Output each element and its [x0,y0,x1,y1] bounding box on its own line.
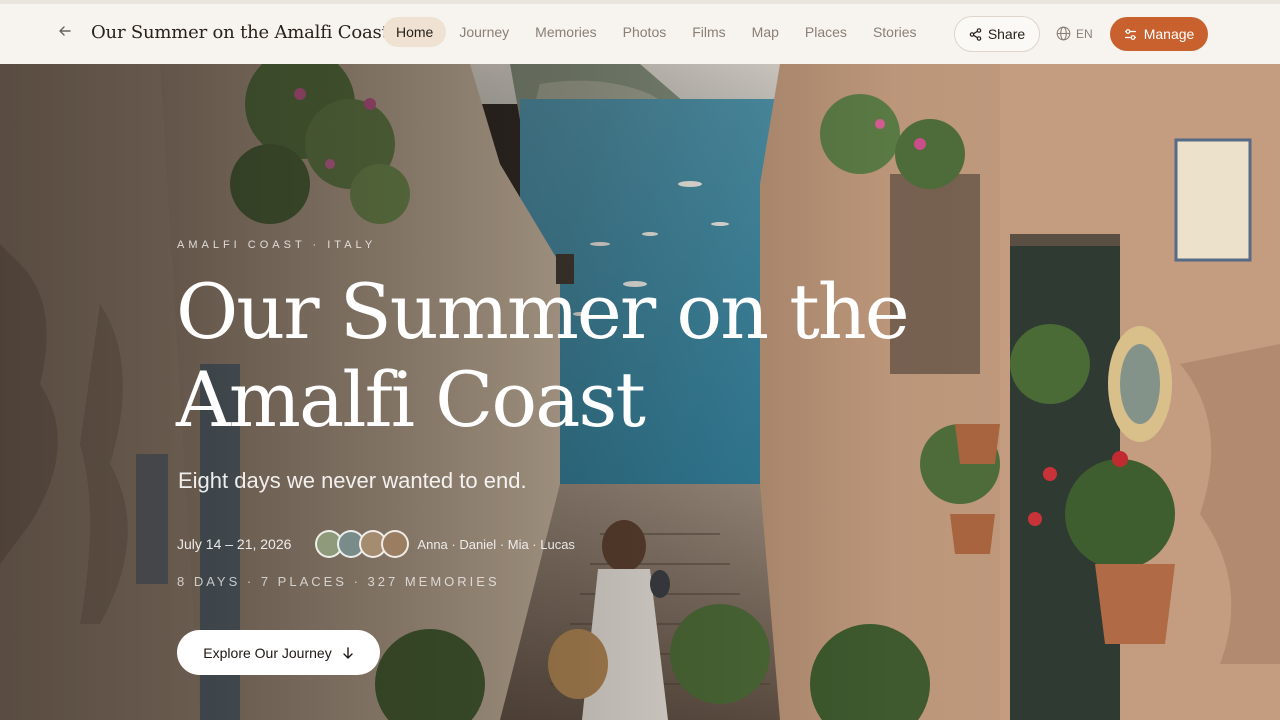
main-nav: Home Journey Memories Photos Films Map P… [383,17,930,47]
hero-title-line1: Our Summer on the [176,267,910,356]
share-button[interactable]: Share [954,16,1040,52]
language-label: EN [1076,26,1093,41]
traveler-avatars[interactable] [315,530,410,558]
hero-subtitle: Eight days we never wanted to end. [178,468,527,493]
hero-section: AMALFI COAST · ITALY Our Summer on the A… [0,64,1280,720]
arrow-left-icon [59,26,71,36]
site-title: Our Summer on the Amalfi Coast [91,22,389,43]
nav-memories[interactable]: Memories [522,17,609,47]
nav-photos[interactable]: Photos [610,17,680,47]
manage-button[interactable]: Manage [1110,17,1208,51]
trip-dates: July 14 – 21, 2026 [177,536,292,552]
explore-journey-button[interactable]: Explore Our Journey [177,630,380,675]
cta-label: Explore Our Journey [203,644,332,661]
share-label: Share [987,26,1026,42]
avatar[interactable] [381,530,410,558]
arrow-down-icon [343,646,353,659]
sliders-icon [1124,28,1136,40]
trip-stats: 8 DAYS · 7 PLACES · 327 MEMORIES [177,574,500,589]
nav-map[interactable]: Map [739,17,792,47]
nav-films[interactable]: Films [679,17,738,47]
nav-stories[interactable]: Stories [860,17,930,47]
nav-journey[interactable]: Journey [446,17,522,47]
hero-title-line2: Amalfi Coast [176,355,646,444]
manage-label: Manage [1143,26,1195,42]
hero-eyebrow: AMALFI COAST · ITALY [177,239,377,251]
traveler-names: Anna · Daniel · Mia · Lucas [417,536,575,552]
share-icon [969,27,982,41]
nav-places[interactable]: Places [792,17,860,47]
globe-icon [1056,26,1071,41]
nav-home[interactable]: Home [383,17,447,47]
back-button[interactable] [52,18,78,44]
language-selector[interactable]: EN [1056,26,1093,41]
trip-meta: July 14 – 21, 2026 Anna · Daniel · Mia ·… [177,530,575,558]
top-bar: Our Summer on the Amalfi Coast Home Jour… [0,0,1280,64]
hero-title: Our Summer on the Amalfi Coast [176,268,936,444]
